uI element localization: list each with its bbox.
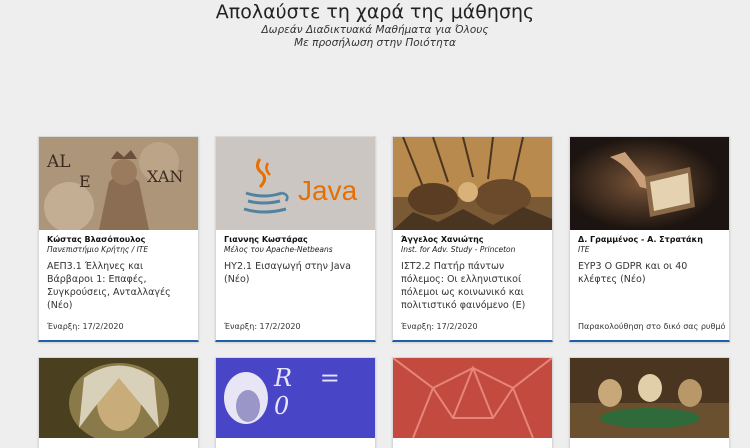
course-card[interactable]: R = 0 xyxy=(215,357,376,448)
course-institution: Πανεπιστήμιο Κρήτης / ITE xyxy=(47,245,149,254)
course-start-date: Έναρξη: 17/2/2020 xyxy=(401,322,478,331)
course-start-date: Έναρξη: 17/2/2020 xyxy=(224,322,301,331)
course-institution: ITE xyxy=(578,245,590,254)
blackboard-formula: R = 0 xyxy=(274,364,350,420)
course-card[interactable]: Δ. Γραμμένος - Α. Στρατάκη ITE ΕΥΡ3 Ο GD… xyxy=(569,136,730,342)
svg-text:AL: AL xyxy=(46,152,71,172)
course-card[interactable] xyxy=(392,357,553,448)
course-image-battle xyxy=(393,137,552,230)
java-logo-text: Java xyxy=(298,175,358,206)
course-image-newton xyxy=(39,358,198,438)
course-image-mosaic: AL E XAN xyxy=(39,137,198,230)
course-card[interactable]: AL E XAN Κώστας Βλασόπουλος Πανεπιστήμιο… xyxy=(38,136,199,342)
course-image-dogs xyxy=(570,358,729,438)
hero-title: Απολαύστε τη χαρά της μάθησης xyxy=(215,1,535,23)
svg-text:XAN: XAN xyxy=(147,167,183,186)
course-card[interactable]: Άγγελος Χανιώτης Inst. for Adv. Study - … xyxy=(392,136,553,342)
course-card[interactable]: Java Γιαννης Κωστάρας Μέλος του Apache-N… xyxy=(215,136,376,342)
course-author: Δ. Γραμμένος - Α. Στρατάκη xyxy=(578,235,703,244)
course-image-book xyxy=(570,137,729,230)
course-card[interactable] xyxy=(569,357,730,448)
course-self-paced: Παρακολούθηση στο δικό σας ρυθμό xyxy=(578,322,726,331)
course-title[interactable]: ΕΥΡ3 Ο GDPR και οι 40 κλέφτες (Νέο) xyxy=(570,255,729,286)
course-title[interactable]: ΗΥ2.1 Εισαγωγή στην Java (Νέο) xyxy=(216,255,375,286)
course-author: Άγγελος Χανιώτης xyxy=(401,235,484,244)
hero-subtitle-quality: Με προσήλωση στην Ποιότητα xyxy=(294,37,456,49)
course-title[interactable]: ΙΣΤ2.2 Πατήρ πάντων πόλεμος: Οι ελληνιστ… xyxy=(393,255,552,312)
course-author: Γιαννης Κωστάρας xyxy=(224,235,308,244)
course-start-date: Έναρξη: 17/2/2020 xyxy=(47,322,124,331)
course-image-geometry xyxy=(393,358,552,438)
course-institution: Μέλος του Apache-Netbeans xyxy=(224,245,333,254)
hero-subtitle: Δωρεάν Διαδικτυακά Μαθήματα για Όλους xyxy=(261,24,489,36)
course-card[interactable] xyxy=(38,357,199,448)
course-institution: Inst. for Adv. Study - Princeton xyxy=(401,245,516,254)
course-author: Κώστας Βλασόπουλος xyxy=(47,235,146,244)
course-title[interactable]: ΑΕΠ3.1 Έλληνες και Βάρβαροι 1: Επαφές, Σ… xyxy=(39,255,198,312)
svg-text:E: E xyxy=(79,172,91,191)
